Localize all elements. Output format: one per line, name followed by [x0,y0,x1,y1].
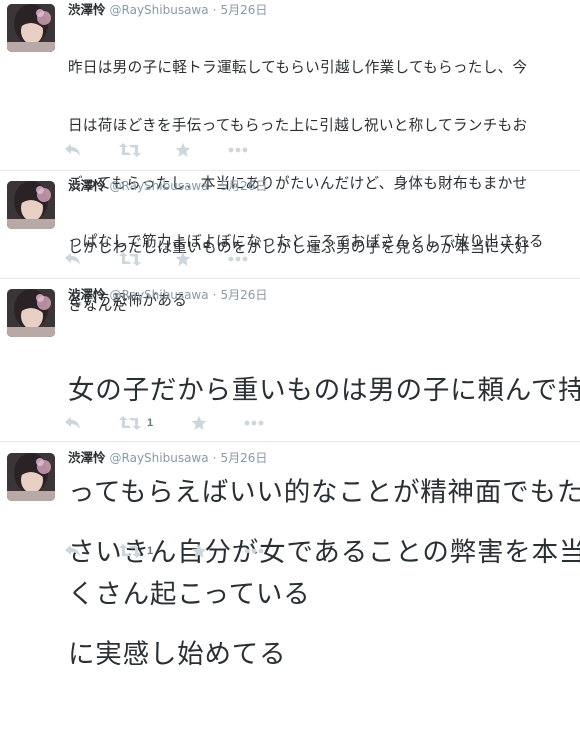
display-name[interactable]: 渋澤怜 [68,287,106,302]
retweet-button[interactable] [119,250,147,268]
reply-button[interactable] [64,250,82,268]
more-button[interactable] [244,414,264,432]
display-name[interactable]: 渋澤怜 [68,2,106,17]
tweet-date[interactable]: 5月26日 [220,451,267,465]
favorite-button[interactable] [191,414,207,432]
reply-icon [65,417,80,429]
more-button[interactable] [228,250,248,268]
tweet-text-line: 日は荷ほどきを手伝ってもらった上に引越し祝いと称してランチもお [68,117,528,135]
retweet-icon [119,416,141,430]
retweet-count: 1 [147,545,154,557]
user-handle[interactable]: @RayShibusawa [110,179,209,193]
favorite-icon [175,251,191,266]
tweet-date[interactable]: 5月26日 [220,3,267,17]
avatar[interactable] [7,4,55,52]
retweet-icon [119,143,141,157]
reply-icon [65,545,80,557]
more-button[interactable] [244,542,264,560]
favorite-icon [175,142,191,157]
tweet-actions [64,250,324,268]
favorite-button[interactable] [191,542,207,560]
reply-button[interactable] [64,414,82,432]
tweet-timeline: 渋澤怜 @RayShibusawa · 5月26日 昨日は男の子に軽トラ運転してもらい… [0,0,580,670]
retweet-button[interactable]: 1 [119,414,153,432]
separator: · [212,179,217,193]
favorite-icon [191,415,207,430]
user-handle[interactable]: @RayShibusawa [110,451,209,465]
reply-icon [65,253,80,265]
display-name[interactable]: 渋澤怜 [68,178,106,193]
more-icon [244,420,264,426]
more-icon [244,548,264,554]
tweet-1[interactable]: 渋澤怜 @RayShibusawa · 5月26日 昨日は男の子に軽トラ運転してもらい… [0,0,580,309]
favorite-button[interactable] [175,141,191,159]
avatar[interactable] [7,453,55,501]
tweet-date[interactable]: 5月26日 [220,179,267,193]
retweet-button[interactable] [119,141,147,159]
more-button[interactable] [228,141,248,159]
favorite-button[interactable] [175,250,191,268]
tweet-header: 渋澤怜 @RayShibusawa · 5月26日 [68,178,267,194]
tweet-text-line: 昨日は男の子に軽トラ運転してもらい引越し作業してもらったし、今 [68,58,528,76]
user-handle[interactable]: @RayShibusawa [110,3,209,17]
more-icon [228,256,248,262]
user-handle[interactable]: @RayShibusawa [110,288,209,302]
separator: · [212,451,217,465]
retweet-button[interactable]: 1 [119,542,153,560]
tweet-date[interactable]: 5月26日 [220,288,267,302]
reply-button[interactable] [64,542,82,560]
display-name[interactable]: 渋澤怜 [68,450,106,465]
tweet-header: 渋澤怜 @RayShibusawa · 5月26日 [68,287,267,303]
tweet-header: 渋澤怜 @RayShibusawa · 5月26日 [68,450,267,466]
avatar[interactable] [7,181,55,229]
favorite-icon [191,543,207,558]
retweet-icon [119,252,141,266]
retweet-icon [119,544,141,558]
more-icon [228,147,248,153]
tweet-header: 渋澤怜 @RayShibusawa · 5月26日 [68,2,267,18]
tweet-text-line: に実感し始めてる [68,639,287,670]
tweet-actions [64,141,324,159]
reply-button[interactable] [64,141,82,159]
separator: · [212,3,217,17]
tweet-actions: 1 [64,542,324,560]
tweet-3[interactable]: 渋澤怜 @RayShibusawa · 5月26日 女の子だから重いものは男の子に頼ん… [0,279,580,610]
tweet-4[interactable]: 渋澤怜 @RayShibusawa · 5月26日 さいきん自分が女であることの弊害を… [0,442,580,670]
tweet-actions: 1 [64,414,324,432]
tweet-2[interactable]: 渋澤怜 @RayShibusawa · 5月26日 しかしわたしは重いものをがしがし運… [0,171,580,314]
separator: · [212,288,217,302]
tweet-text-line: 女の子だから重いものは男の子に頼んで持 [68,375,580,406]
tweet-text: さいきん自分が女であることの弊害を本当 に実感し始めてる [68,468,580,740]
retweet-count: 1 [147,417,154,429]
avatar[interactable] [7,289,55,337]
reply-icon [65,144,80,156]
